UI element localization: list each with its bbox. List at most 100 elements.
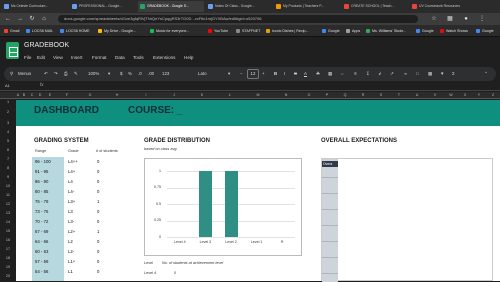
browser-tab-active[interactable]: GRADEBOOK - Google S... [138,1,204,12]
menu-edit[interactable]: Edit [37,55,45,60]
bookmark-google-2[interactable]: Google [416,27,434,35]
browser-tab[interactable]: My Products | Teachers P... [274,1,340,12]
count-cell[interactable]: 0 [97,157,99,166]
menu-data[interactable]: Data [115,55,125,60]
count-cell[interactable]: 0 [97,187,99,196]
menu-insert[interactable]: Insert [71,55,83,60]
bookmark-gmail[interactable]: Gmail [4,27,19,35]
insert-link-icon[interactable]: ∞ [404,69,407,79]
count-cell[interactable]: 1 [97,227,99,236]
undo-icon[interactable]: ↶ [44,69,48,79]
more-menu-icon[interactable]: ⋮ [478,15,486,23]
search-menus-icon[interactable]: ⚲ [10,69,13,79]
count-cell[interactable]: 1 [97,197,99,206]
column-header[interactable]: T [390,92,408,99]
count-cell[interactable]: 0 [97,247,99,256]
url-input[interactable]: docs.google.com/spreadsheets/d/1xe3gfqRl… [58,15,418,23]
number-format-button[interactable]: 123 [162,69,169,79]
font-select[interactable]: Lato [198,69,207,79]
grade-cell[interactable]: L4+ [68,167,75,176]
reload-icon[interactable]: ↻ [28,15,36,23]
borders-icon[interactable]: ▦ [328,69,332,79]
range-cell[interactable]: 54 - 56 [35,269,48,274]
star-icon[interactable]: ☆ [430,15,438,23]
chart-bar[interactable] [224,171,238,237]
grade-cell[interactable]: L2- [68,247,74,256]
vertical-align-icon[interactable]: ↧ [366,69,370,79]
back-icon[interactable]: ← [4,15,12,23]
print-icon[interactable]: ⎙ [64,69,68,79]
chart-bar[interactable] [198,171,212,237]
row-header[interactable]: 16 [0,236,16,245]
range-cell[interactable]: 96 - 100 [35,159,51,164]
expectations-table[interactable]: Overa [321,158,493,282]
grade-cell[interactable]: L4- [68,187,74,196]
column-header[interactable]: W [444,92,458,99]
grade-cell[interactable]: L3 [68,207,73,216]
name-box[interactable]: A1 [5,83,10,88]
column-header[interactable]: S [372,92,390,99]
column-header[interactable]: C [28,92,36,99]
menu-tools[interactable]: Tools [133,55,144,60]
browser-tab[interactable]: Notes Of Class - Google... [206,1,272,12]
text-wrap-icon[interactable]: ↲ [378,69,382,79]
range-cell[interactable]: 80 - 85 [35,189,48,194]
bookmark-spotify[interactable]: Music for everyone... [150,27,189,35]
zoom-chevron-icon[interactable]: ▾ [108,69,110,79]
column-header[interactable]: V [426,92,444,99]
row-header[interactable]: 17 [0,245,16,254]
bookmark-google[interactable]: Google [322,27,340,35]
bookmark-my-drive[interactable]: My Drive - Google... [98,27,136,35]
count-cell[interactable]: 0 [97,177,99,186]
zoom-select[interactable]: 100% [88,69,99,79]
grade-cell[interactable]: L3+ [68,197,75,206]
menu-file[interactable]: File [24,55,31,60]
range-cell[interactable]: 60 - 63 [35,249,48,254]
grade-cell[interactable]: L2 [68,237,73,246]
menu-format[interactable]: Format [92,55,107,60]
decrease-decimal-button[interactable]: .0 [138,69,142,79]
row-header[interactable]: 5 [0,137,16,146]
bookmark-apps[interactable]: Apps [346,27,360,35]
range-cell[interactable]: 86 - 90 [35,179,48,184]
column-header[interactable]: O [300,92,318,99]
count-cell[interactable]: 0 [97,257,99,266]
insert-comment-icon[interactable]: □ [416,69,419,79]
text-rotation-icon[interactable]: ↗ [390,69,394,79]
row-header[interactable]: 4 [0,128,16,137]
bookmark-youtube[interactable]: YouTube [208,27,228,35]
column-header[interactable]: X [458,92,472,99]
row-header[interactable]: 9 [0,173,16,182]
range-cell[interactable]: 67 - 69 [35,229,48,234]
column-header[interactable]: R [354,92,372,99]
forward-icon[interactable]: → [16,15,24,23]
count-cell[interactable]: 0 [97,207,99,216]
column-header[interactable]: U [408,92,426,99]
count-cell[interactable]: 0 [97,267,99,276]
fill-color-icon[interactable]: ☘ [316,69,320,79]
bookmark-watch-shows[interactable]: Watch Shows [440,27,468,35]
bookmark-locs8-mail[interactable]: LOCS8 MAIL [26,27,53,35]
insert-chart-icon[interactable]: ▩ [428,69,432,79]
horizontal-align-icon[interactable]: ≡ [354,69,357,79]
browser-tab[interactable]: Ms Celeste Curriculum... [2,1,68,12]
column-header[interactable]: P [318,92,336,99]
bold-icon[interactable]: B [274,69,277,79]
row-header[interactable]: 14 [0,218,16,227]
search-menus-label[interactable]: Menus [18,69,31,79]
row-header[interactable]: 2 [0,105,16,119]
grade-cell[interactable]: L2+ [68,227,75,236]
bookmark-locs8-home[interactable]: LOCS8 HOME [60,27,90,35]
extensions-icon[interactable]: ▦ [446,15,454,23]
paint-format-icon[interactable]: ✎ [74,69,78,79]
bookmark-staffnet[interactable]: STAFFNET [236,27,260,35]
browser-tab[interactable]: CREATE SCHOOL | Teach... [342,1,408,12]
menu-help[interactable]: Help [184,55,193,60]
column-header[interactable]: E [44,92,56,99]
column-header[interactable]: H [102,92,132,99]
column-header[interactable]: L [216,92,244,99]
grade-cell[interactable]: L1 [68,267,73,276]
font-size-input[interactable]: 12 [247,69,259,79]
row-header[interactable]: 15 [0,227,16,236]
sheet-grid[interactable]: DASHBOARD COURSE: _ GRADING SYSTEM Range… [16,100,500,282]
